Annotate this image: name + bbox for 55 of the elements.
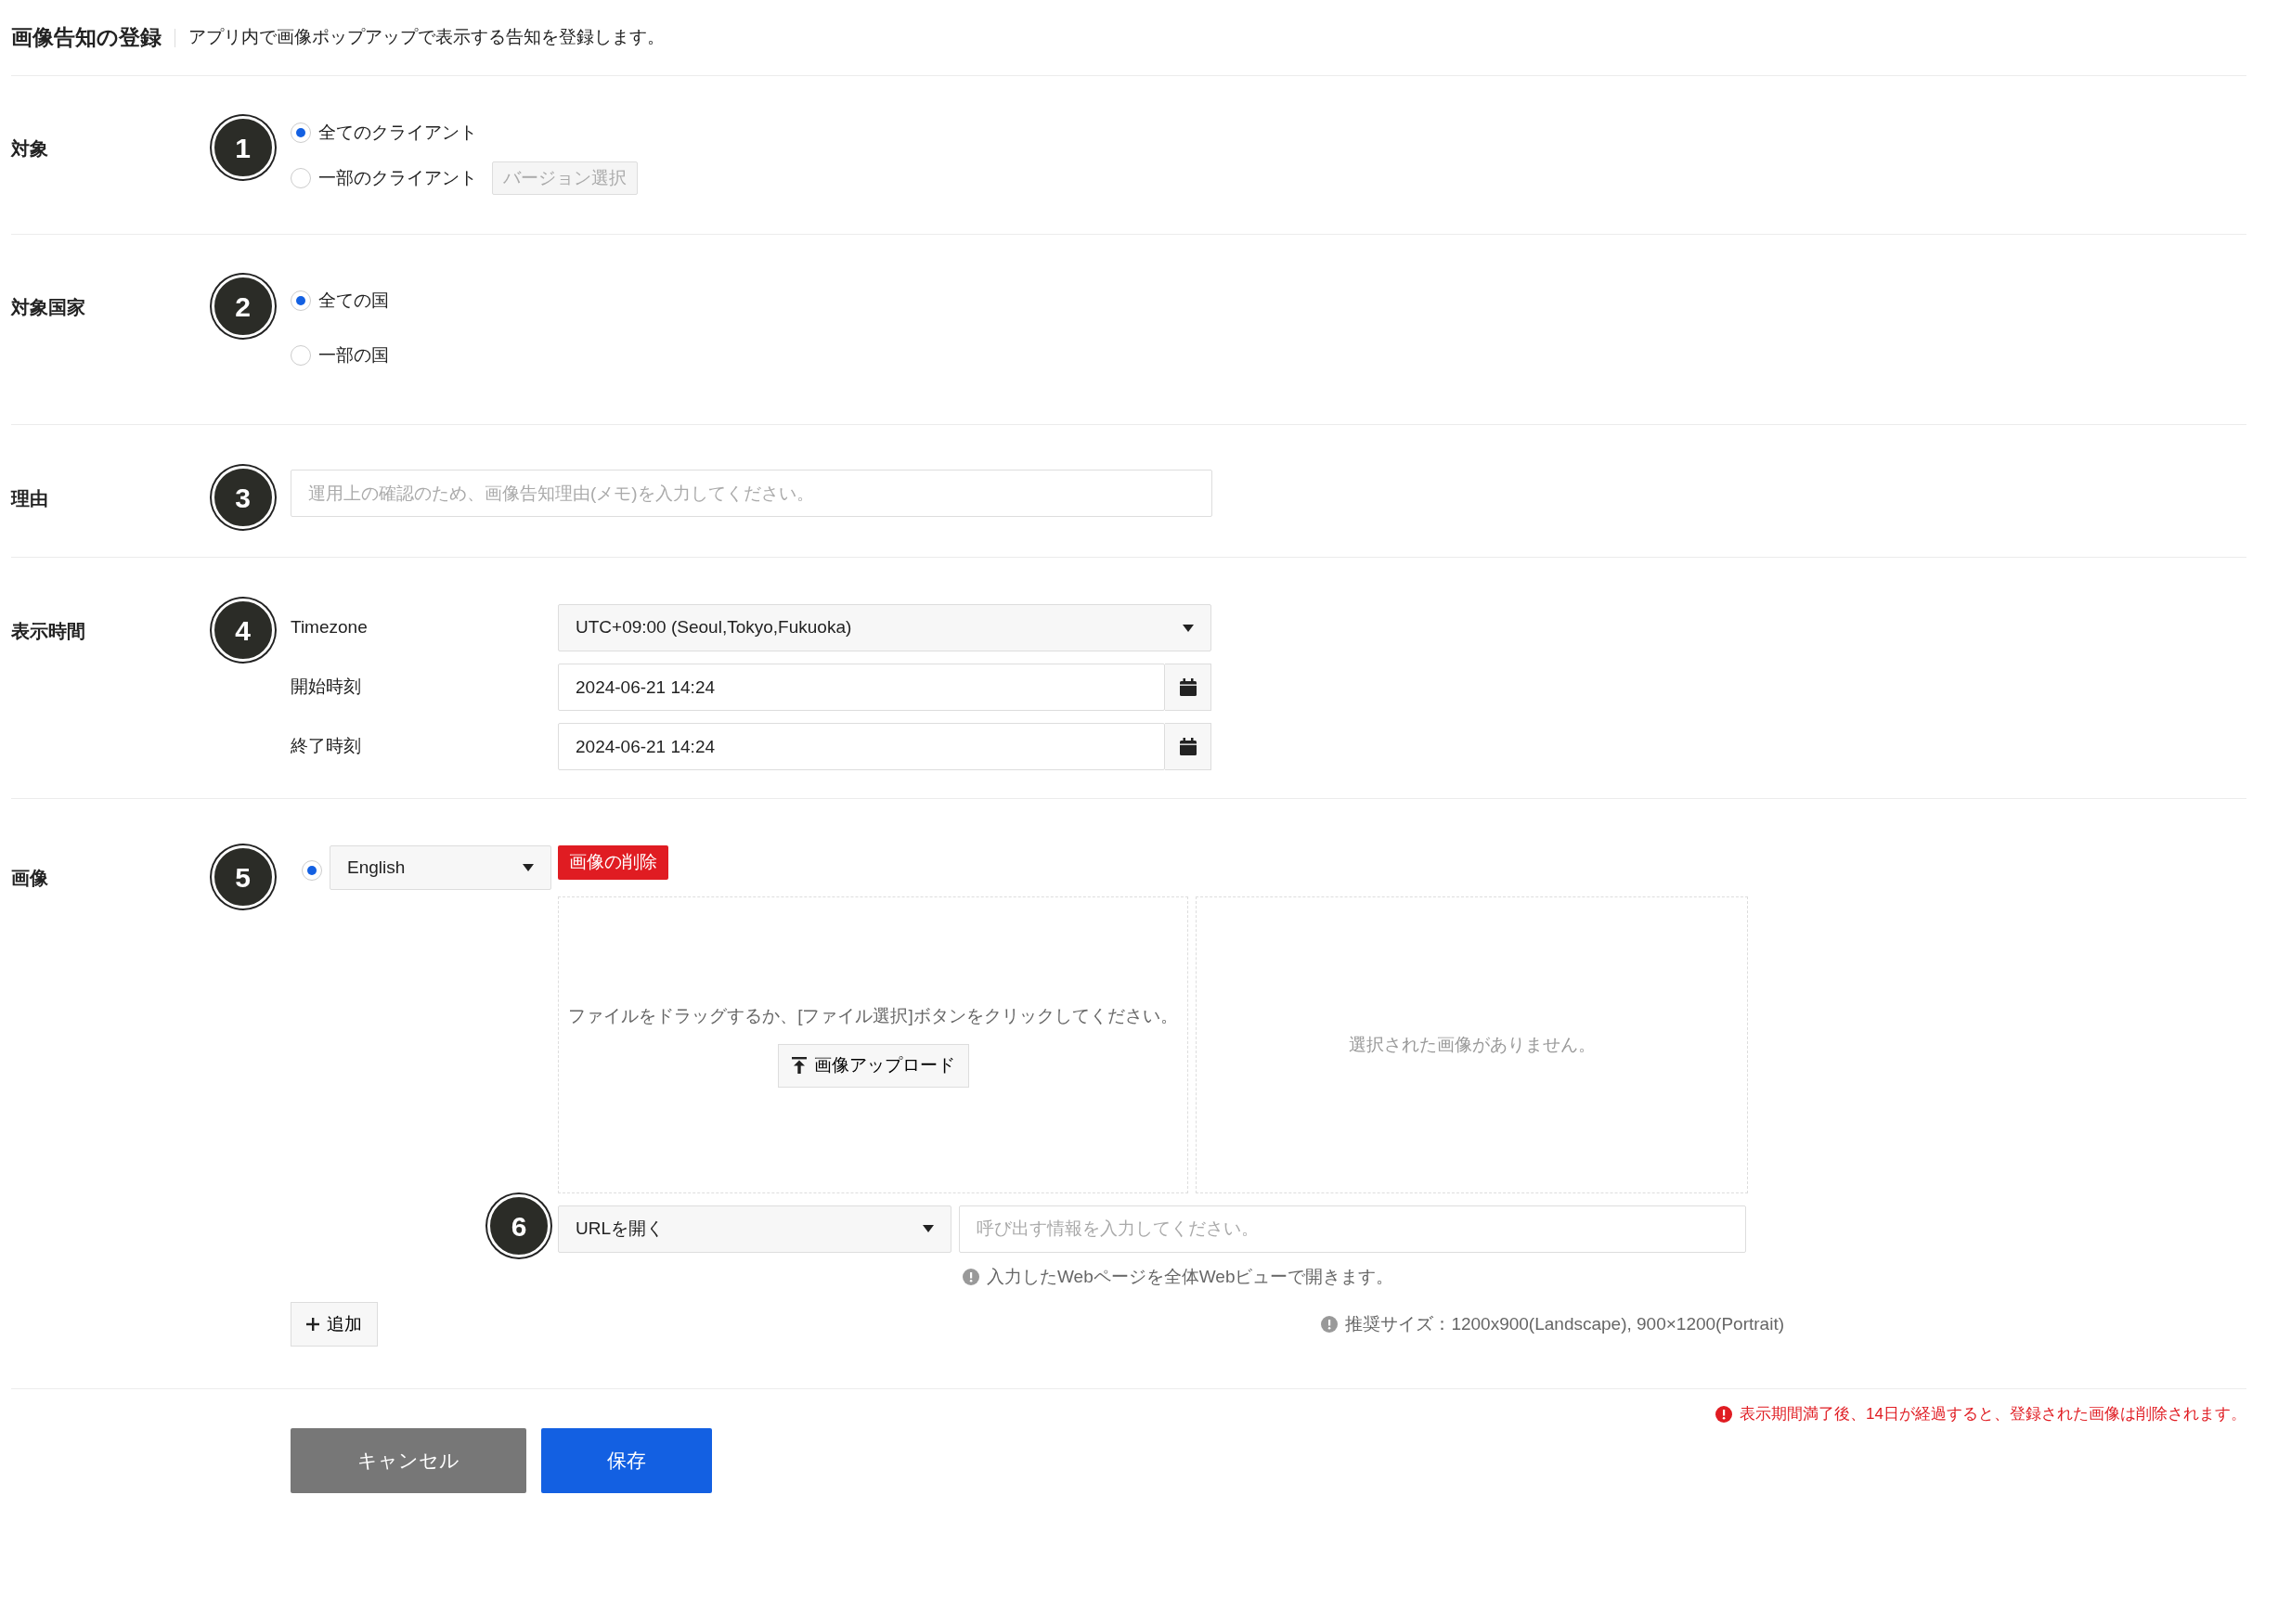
- radio-button[interactable]: [302, 860, 322, 881]
- calendar-button[interactable]: [1165, 664, 1211, 711]
- caret-icon: [523, 864, 534, 871]
- radio-label[interactable]: 一部の国: [318, 342, 389, 368]
- info-icon: [963, 1269, 979, 1286]
- reason-input-field[interactable]: 運用上の確認のため、画像告知理由(メモ)を入力してください。: [291, 470, 1212, 517]
- step-number-badge: 4: [211, 599, 275, 662]
- step-number-badge: 3: [211, 466, 275, 529]
- radio-label[interactable]: 一部のクライアント: [318, 164, 477, 191]
- upload-icon: [791, 1057, 807, 1075]
- deletion-warning-text: 表示期間満了後、14日が経過すると、登録された画像は削除されます。: [1740, 1404, 2246, 1424]
- radio-button[interactable]: [291, 290, 311, 312]
- section-label: 対象国家: [11, 297, 85, 317]
- step-number-badge: 5: [211, 845, 275, 909]
- action-input-field[interactable]: 呼び出す情報を入力してください。: [959, 1205, 1746, 1253]
- info-icon: [1715, 1405, 1733, 1423]
- size-note-text: 推奨サイズ：1200x900(Landscape), 900×1200(Portrait): [1345, 1312, 1784, 1335]
- section-label: 表示時間: [11, 621, 85, 641]
- field-label: Timezone: [291, 616, 369, 639]
- caret-icon: [1183, 624, 1194, 632]
- date-input-field[interactable]: 2024-06-21 14:24: [558, 723, 1165, 770]
- page-description: アプリ内で画像ポップアップで表示する告知を登録します。: [188, 26, 665, 49]
- field-label: 開始時刻: [291, 676, 362, 699]
- step-number-badge: 2: [211, 275, 275, 338]
- save-button[interactable]: 保存: [541, 1427, 712, 1493]
- action-note-text: 入力したWebページを全体Webビューで開きます。: [987, 1266, 1394, 1288]
- drop-hint-text: ファイルをドラッグするか、[ファイル選択]ボタンをクリックしてください。: [568, 1004, 1178, 1027]
- radio-button[interactable]: [291, 122, 311, 144]
- action-select[interactable]: URLを開く: [558, 1205, 951, 1253]
- drop-zone[interactable]: ファイルをドラッグするか、[ファイル選択]ボタンをクリックしてください。 画像アップロード: [558, 896, 1188, 1193]
- date-input-field[interactable]: 2024-06-21 14:24: [558, 664, 1165, 711]
- timezone-select[interactable]: UTC+09:00 (Seoul,Tokyo,Fukuoka): [558, 604, 1211, 651]
- cancel-button[interactable]: キャンセル: [291, 1427, 526, 1493]
- field-label: 終了時刻: [291, 735, 362, 758]
- section-label: 理由: [11, 488, 48, 509]
- step-number-badge: 1: [211, 116, 275, 179]
- calendar-icon: [1178, 737, 1197, 756]
- page-title: 画像告知の登録: [11, 24, 162, 52]
- radio-button[interactable]: [291, 167, 311, 188]
- add-button[interactable]: 追加: [291, 1301, 378, 1347]
- radio-label[interactable]: 全ての国: [318, 288, 389, 315]
- section-label: 画像: [11, 868, 48, 888]
- info-icon: [1321, 1315, 1339, 1333]
- radio-button[interactable]: [291, 344, 311, 366]
- language-select[interactable]: English: [330, 845, 551, 890]
- caret-icon: [923, 1225, 934, 1232]
- section-label: 対象: [11, 138, 48, 159]
- delete-image-button[interactable]: 画像の削除: [558, 845, 668, 880]
- plus-icon: [306, 1317, 319, 1331]
- radio-label[interactable]: 全てのクライアント: [318, 120, 477, 147]
- upload-button[interactable]: 画像アップロード: [777, 1044, 969, 1088]
- step-number-badge: 6: [487, 1194, 550, 1257]
- calendar-icon: [1178, 677, 1197, 697]
- calendar-button[interactable]: [1165, 723, 1211, 770]
- empty-preview-text: 選択された画像がありません。: [1348, 1033, 1596, 1056]
